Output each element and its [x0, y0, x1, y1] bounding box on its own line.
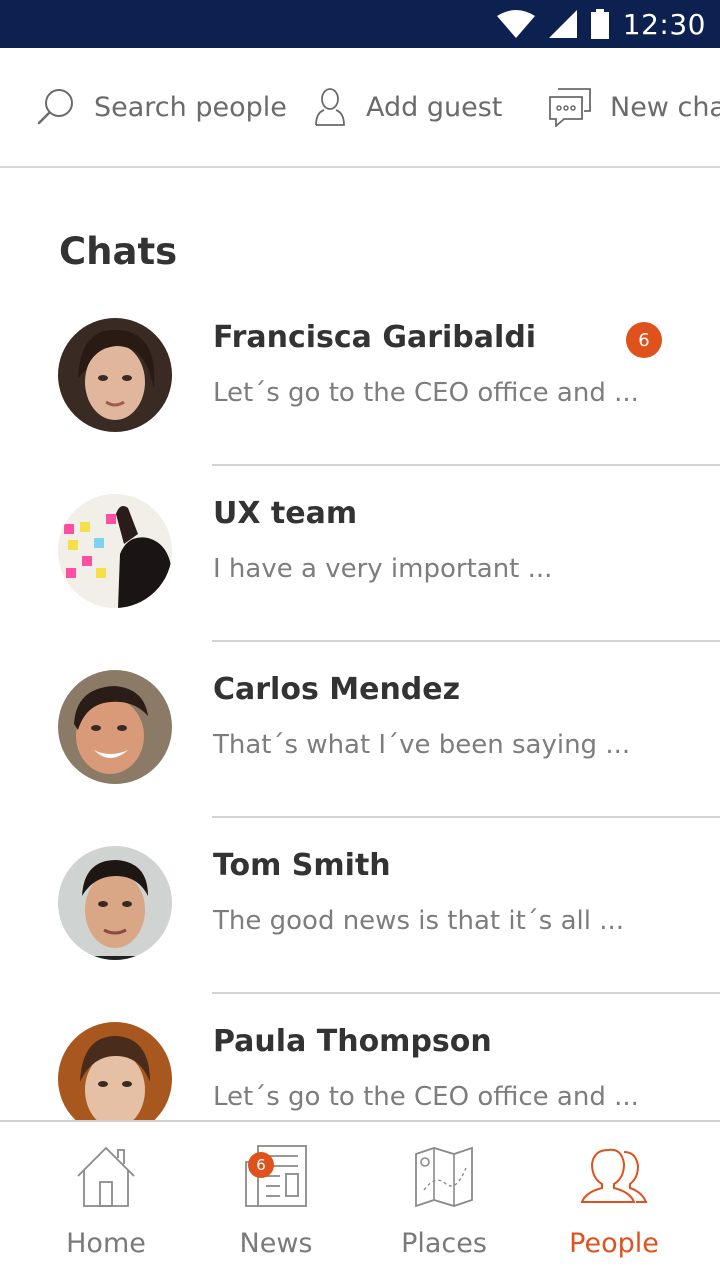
- new-chat-label: New chat: [610, 91, 720, 123]
- wifi-icon: [496, 10, 535, 38]
- nav-places[interactable]: Places: [354, 1122, 534, 1282]
- add-guest-button[interactable]: Add guest: [312, 48, 502, 166]
- signal-icon: [548, 10, 577, 38]
- nav-label: Places: [401, 1228, 487, 1259]
- section-title: Chats: [59, 230, 178, 273]
- add-guest-label: Add guest: [366, 91, 503, 123]
- chat-item[interactable]: Paula Thompson Let´s go to the CEO offic…: [0, 994, 720, 1120]
- nav-home[interactable]: Home: [16, 1122, 196, 1282]
- search-people-button[interactable]: Search people: [36, 48, 287, 166]
- chat-item[interactable]: Tom Smith The good news is that it´s all…: [0, 818, 720, 994]
- bottom-navigation: Home 6 News Places People: [0, 1120, 720, 1282]
- nav-label: Home: [66, 1228, 146, 1259]
- user-icon: [315, 88, 345, 126]
- people-icon: [580, 1148, 648, 1203]
- chat-preview: Let´s go to the CEO office and ...: [213, 378, 639, 408]
- nav-people[interactable]: People: [524, 1122, 704, 1282]
- chat-preview: I have a very important ...: [213, 554, 553, 584]
- chat-list: Francisca Garibaldi 6 Let´s go to the CE…: [0, 290, 720, 1120]
- chat-name: UX team: [213, 496, 358, 531]
- status-bar: 12:30: [0, 0, 720, 48]
- chat-name: Paula Thompson: [213, 1024, 492, 1059]
- chat-preview: Let´s go to the CEO office and ...: [213, 1082, 639, 1112]
- avatar: [58, 670, 172, 784]
- chat-name: Tom Smith: [213, 848, 391, 883]
- chat-preview: The good news is that it´s all ...: [213, 906, 625, 936]
- nav-label: People: [569, 1228, 659, 1259]
- chat-name: Carlos Mendez: [213, 672, 461, 707]
- action-toolbar: Search people Add guest New chat: [0, 48, 720, 168]
- search-icon: [37, 89, 73, 125]
- clock: 12:30: [622, 7, 706, 41]
- chat-bubble-icon: [549, 88, 591, 127]
- new-chat-button[interactable]: New chat: [548, 48, 720, 166]
- chat-preview: That´s what I´ve been saying ...: [213, 730, 631, 760]
- chat-item[interactable]: UX team I have a very important ...: [0, 466, 720, 642]
- nav-label: News: [239, 1228, 313, 1259]
- avatar: [58, 1022, 172, 1120]
- nav-news[interactable]: 6 News: [186, 1122, 366, 1282]
- chat-name: Francisca Garibaldi: [213, 320, 537, 355]
- unread-badge: 6: [626, 322, 662, 358]
- home-icon: [77, 1146, 135, 1207]
- avatar: [58, 318, 172, 432]
- chat-item[interactable]: Francisca Garibaldi 6 Let´s go to the CE…: [0, 290, 720, 466]
- news-badge: 6: [248, 1152, 274, 1178]
- avatar: [58, 846, 172, 960]
- battery-icon: [590, 9, 609, 39]
- chat-item[interactable]: Carlos Mendez That´s what I´ve been sayi…: [0, 642, 720, 818]
- search-people-label: Search people: [94, 91, 287, 123]
- status-icons: 12:30: [496, 0, 706, 48]
- avatar: [58, 494, 172, 608]
- map-icon: [415, 1146, 473, 1208]
